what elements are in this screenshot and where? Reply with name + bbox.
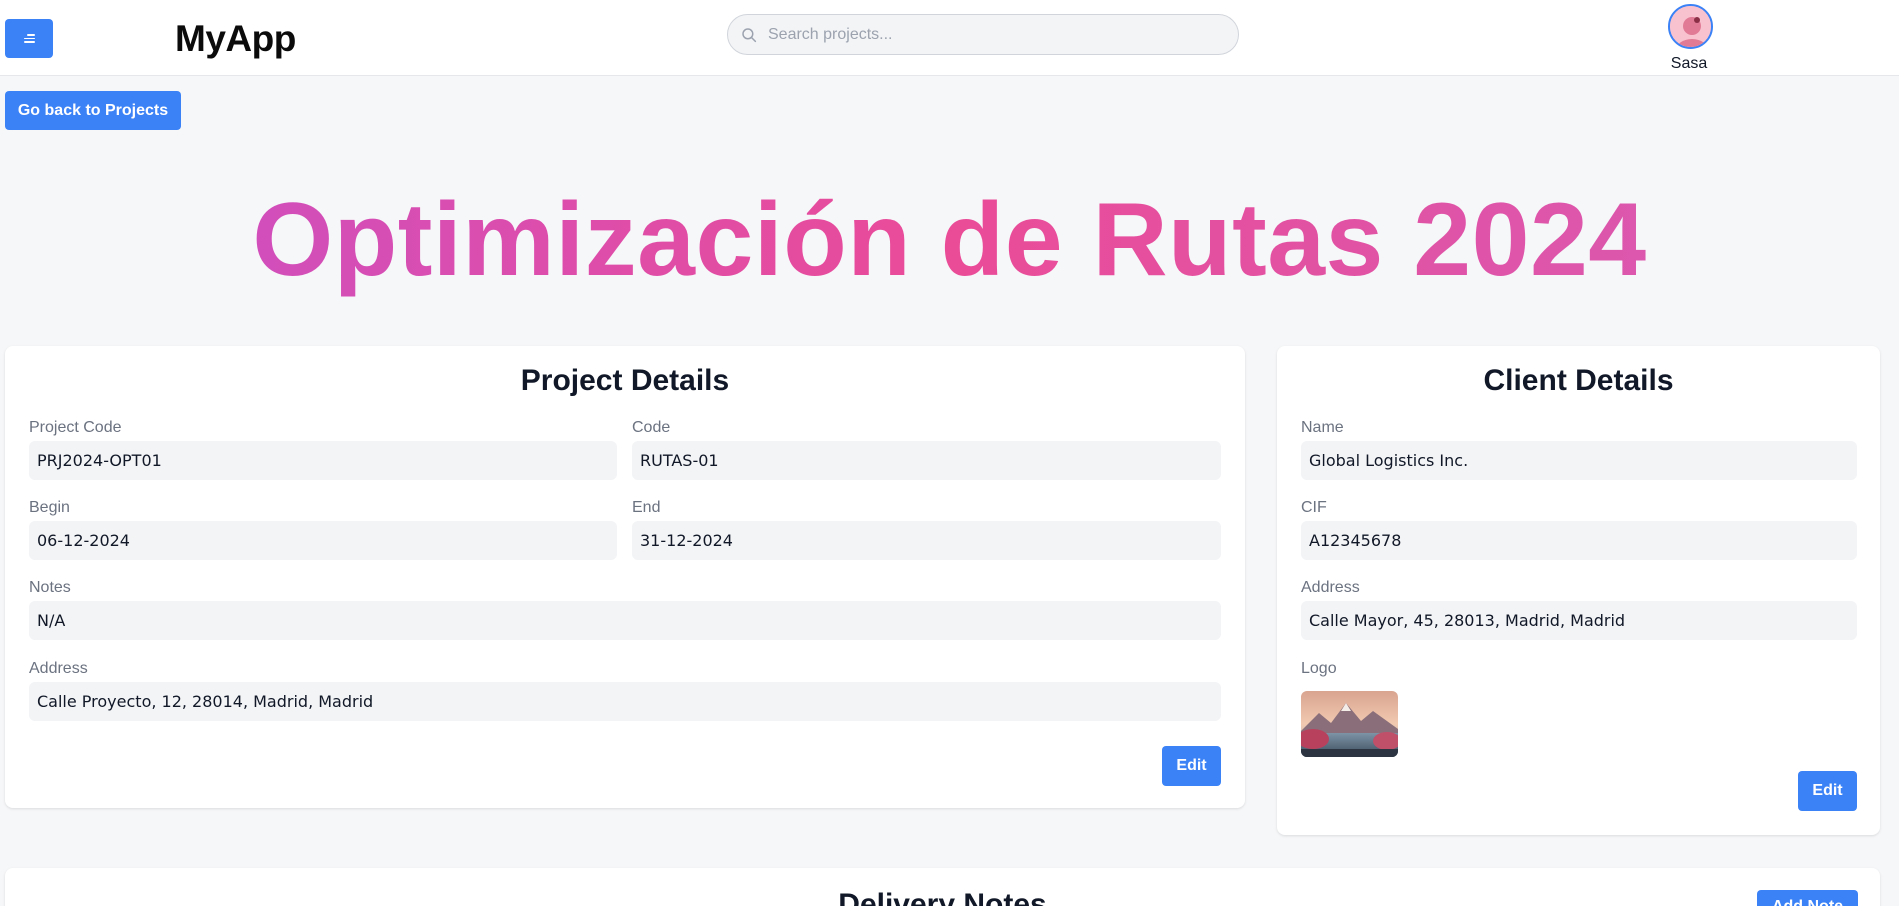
project-details-card: Project Details Project Code PRJ2024-OPT… xyxy=(5,346,1245,808)
back-to-projects-button[interactable]: Go back to Projects xyxy=(5,91,181,130)
project-details-title: Project Details xyxy=(520,364,730,397)
client-address-value: Calle Mayor, 45, 28013, Madrid, Madrid xyxy=(1301,601,1857,640)
end-value: 31-12-2024 xyxy=(632,521,1221,560)
search-bar[interactable] xyxy=(727,14,1239,55)
app-header: MyApp Sasa xyxy=(0,0,1899,76)
logo-label: Logo xyxy=(1301,660,1337,677)
notes-value: N/A xyxy=(29,601,1221,640)
user-avatar[interactable] xyxy=(1668,4,1713,49)
edit-client-button[interactable]: Edit xyxy=(1798,771,1857,811)
edit-project-button[interactable]: Edit xyxy=(1162,746,1221,786)
search-icon xyxy=(742,27,757,42)
avatar-illustration-icon xyxy=(1670,6,1711,47)
delivery-notes-title: Delivery Notes xyxy=(838,888,1047,906)
client-details-title: Client Details xyxy=(1483,364,1674,397)
username: Sasa xyxy=(1670,55,1708,72)
client-logo-image xyxy=(1301,691,1398,757)
menu-button[interactable] xyxy=(5,19,53,58)
project-code-label: Project Code xyxy=(29,419,122,436)
project-address-value: Calle Proyecto, 12, 28014, Madrid, Madri… xyxy=(29,682,1221,721)
code-value: RUTAS-01 xyxy=(632,441,1221,480)
delivery-notes-card: Delivery Notes xyxy=(5,868,1880,906)
app-brand: MyApp xyxy=(175,18,296,59)
begin-value: 06-12-2024 xyxy=(29,521,617,560)
project-address-label: Address xyxy=(29,660,88,677)
client-name-label: Name xyxy=(1301,419,1344,436)
client-name-value: Global Logistics Inc. xyxy=(1301,441,1857,480)
client-details-card: Client Details Name Global Logistics Inc… xyxy=(1277,346,1880,835)
cif-label: CIF xyxy=(1301,499,1327,516)
add-note-button[interactable]: Add Note xyxy=(1757,890,1858,906)
begin-label: Begin xyxy=(29,499,70,516)
client-address-label: Address xyxy=(1301,579,1360,596)
search-input[interactable] xyxy=(768,25,1208,44)
code-label: Code xyxy=(632,419,671,436)
notes-label: Notes xyxy=(29,579,71,596)
cif-value: A12345678 xyxy=(1301,521,1857,560)
project-code-value: PRJ2024-OPT01 xyxy=(29,441,617,480)
project-title: Optimización de Rutas 2024 xyxy=(0,180,1899,300)
end-label: End xyxy=(632,499,661,516)
hamburger-icon xyxy=(23,34,35,43)
